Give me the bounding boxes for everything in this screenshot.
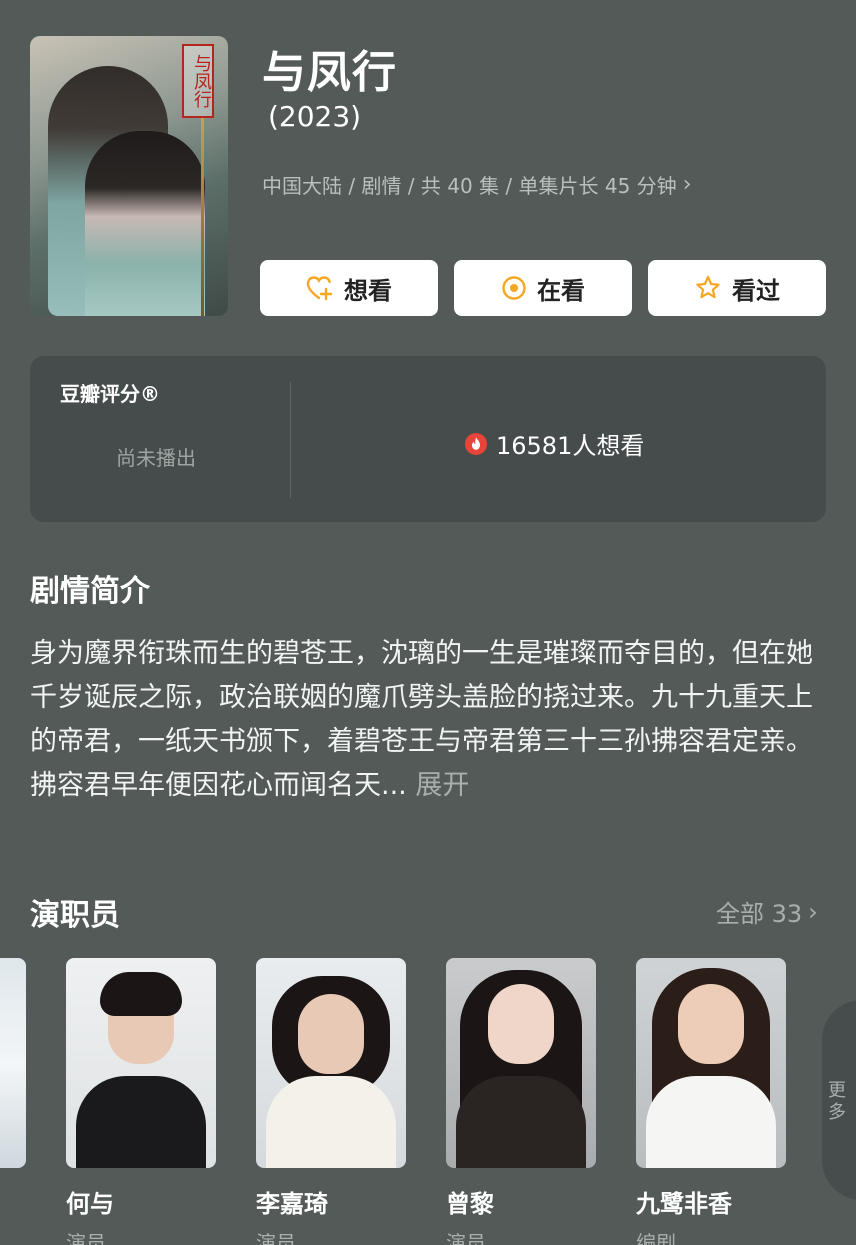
cast-card[interactable]: 曾黎 演员 xyxy=(446,958,596,1245)
cast-name: 九鹭非香 xyxy=(636,1190,732,1218)
photo-face xyxy=(488,984,554,1064)
cast-name: 李嘉琦 xyxy=(256,1190,328,1218)
poster-figure-female xyxy=(85,131,205,316)
wish-count: 16581人想看 xyxy=(496,432,645,460)
photo-face xyxy=(678,984,744,1064)
watching-label: 在看 xyxy=(537,276,585,305)
movie-detail-page: 与凤行 与凤行 (2023) 中国大陆 / 剧情 / 共 40 集 / 单集片长… xyxy=(0,0,856,1245)
cast-photo xyxy=(446,958,596,1168)
watched-label: 看过 xyxy=(732,276,780,305)
cast-role: 演员 xyxy=(446,1231,486,1245)
photo-body xyxy=(456,1076,586,1168)
page-title: 与凤行 xyxy=(262,47,397,98)
expand-link[interactable]: 展开 xyxy=(415,770,469,801)
rating-divider xyxy=(290,382,291,498)
flame-icon xyxy=(465,432,487,455)
cast-role: 演员 xyxy=(256,1231,296,1245)
synopsis-text-block: 身为魔界衔珠而生的碧苍王，沈璃的一生是璀璨而夺目的，但在她千岁诞辰之际，政治联姻… xyxy=(30,632,830,808)
cast-role: 编剧 xyxy=(636,1231,676,1245)
meta-info-row[interactable]: 中国大陆 / 剧情 / 共 40 集 / 单集片长 45 分钟 › xyxy=(262,170,692,199)
photo-face xyxy=(298,994,364,1074)
action-buttons: 想看 在看 看过 xyxy=(260,260,826,316)
cast-photo xyxy=(636,958,786,1168)
cast-heading: 演职员 xyxy=(30,898,120,933)
poster-image[interactable]: 与凤行 xyxy=(30,36,228,316)
synopsis-heading: 剧情简介 xyxy=(30,574,150,609)
photo-body xyxy=(646,1076,776,1168)
rating-status: 尚未播出 xyxy=(116,446,196,470)
meta-info-text: 中国大陆 / 剧情 / 共 40 集 / 单集片长 45 分钟 xyxy=(262,174,677,198)
cast-photo xyxy=(256,958,406,1168)
watching-button[interactable]: 在看 xyxy=(454,260,632,316)
rating-card[interactable]: 豆瓣评分® 尚未播出 16581人想看 xyxy=(30,356,826,522)
douban-rating-label: 豆瓣评分® xyxy=(60,382,160,406)
cast-name: 曾黎 xyxy=(446,1190,494,1218)
cast-all-link[interactable]: 全部 33 › xyxy=(716,894,818,929)
cast-photo xyxy=(66,958,216,1168)
want-to-watch-label: 想看 xyxy=(344,276,392,305)
chevron-right-icon: › xyxy=(682,172,692,197)
photo-body xyxy=(76,1076,206,1168)
star-icon xyxy=(696,275,720,299)
want-to-watch-button[interactable]: 想看 xyxy=(260,260,438,316)
more-cast-label: 更多 xyxy=(828,1080,846,1123)
cast-card[interactable]: 九鹭非香 编剧 xyxy=(636,958,786,1245)
cast-card-partial[interactable] xyxy=(0,958,26,1168)
cast-all-label: 全部 33 xyxy=(716,900,803,928)
wish-count-row: 16581人想看 xyxy=(464,426,644,461)
heart-plus-icon xyxy=(306,276,333,301)
target-circle-icon xyxy=(502,276,526,300)
watched-button[interactable]: 看过 xyxy=(648,260,826,316)
cast-card[interactable]: 李嘉琦 演员 xyxy=(256,958,406,1245)
photo-hair xyxy=(100,972,182,1016)
chevron-right-icon: › xyxy=(808,897,818,926)
cast-role: 演员 xyxy=(66,1231,106,1245)
release-year: (2023) xyxy=(268,100,362,133)
more-cast-tab[interactable]: 更多 xyxy=(822,1000,856,1200)
poster-title-seal: 与凤行 xyxy=(182,44,214,118)
cast-card[interactable]: 何与 演员 xyxy=(66,958,216,1245)
cast-name: 何与 xyxy=(66,1190,114,1218)
photo-body xyxy=(266,1076,396,1168)
poster-spear xyxy=(201,116,204,316)
